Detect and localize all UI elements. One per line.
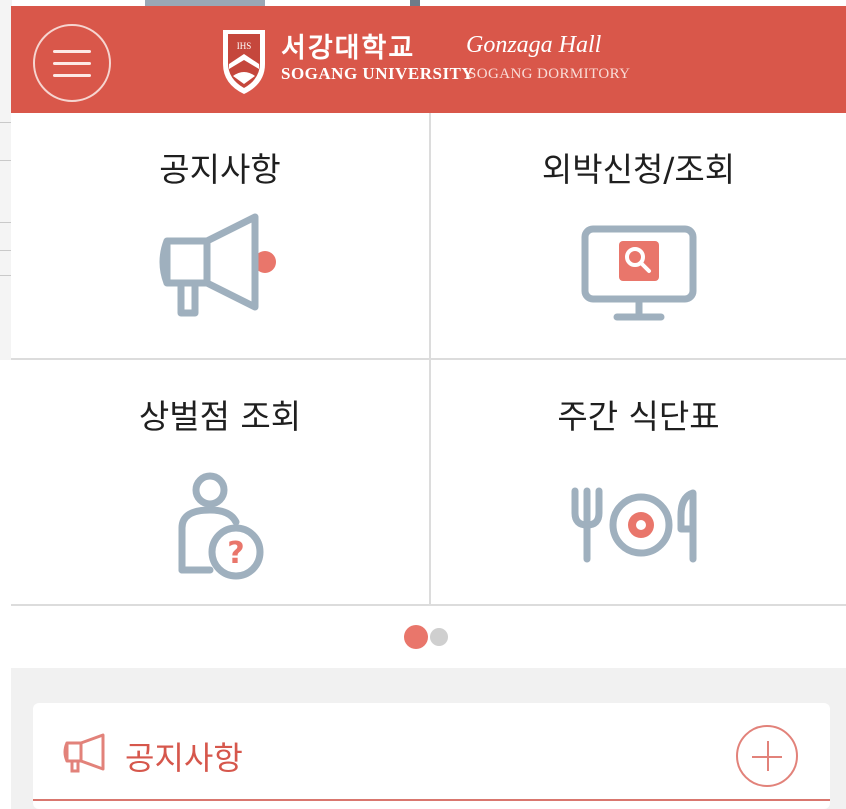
svg-text:?: ? [227, 536, 244, 571]
grid-divider [11, 604, 846, 606]
university-name-english: SOGANG UNIVERSITY [281, 64, 475, 83]
tile-title: 외박신청/조회 [541, 150, 736, 189]
megaphone-icon [159, 213, 276, 317]
menu-tile-weekly-menu[interactable]: 주간 식단표 [431, 360, 846, 606]
menu-tile-merit-points[interactable]: 상벌점 조회 ? [11, 360, 429, 606]
tile-title: 상벌점 조회 [138, 397, 302, 436]
main-menu-grid: 공지사항 외박신청/조회 상벌점 조회 ? 주간 식단표 [11, 113, 846, 606]
person-question-icon: ? [178, 472, 264, 580]
page-dot[interactable] [430, 628, 448, 646]
notice-divider [33, 799, 830, 801]
app-header: IHS 서강대학교 SOGANG UNIVERSITY Gonzaga Hall… [11, 6, 846, 113]
grid-divider [11, 358, 846, 360]
university-crest-logo: IHS [223, 30, 265, 94]
tile-title: 공지사항 [159, 150, 281, 189]
fork-plate-spoon-icon [571, 487, 696, 563]
hall-subtitle: SOGANG DORMITORY [468, 66, 631, 82]
tile-title: 주간 식단표 [557, 397, 720, 436]
notice-card: 공지사항 [33, 703, 830, 809]
monitor-search-icon [581, 225, 696, 321]
megaphone-outline-icon [63, 733, 105, 773]
menu-bar [53, 74, 91, 77]
hall-name: Gonzaga Hall [466, 32, 602, 58]
page-dot-active[interactable] [404, 625, 428, 649]
plus-circle-icon[interactable] [736, 725, 798, 787]
notice-title[interactable]: 공지사항 [125, 733, 243, 779]
university-name-korean: 서강대학교 [281, 33, 416, 64]
menu-tile-overnight[interactable]: 외박신청/조회 [431, 113, 846, 359]
svg-text:IHS: IHS [237, 41, 252, 51]
menu-tile-notice[interactable]: 공지사항 [11, 113, 429, 359]
menu-bar [53, 50, 91, 53]
hamburger-menu-button[interactable] [33, 24, 111, 102]
menu-bar [53, 62, 91, 65]
